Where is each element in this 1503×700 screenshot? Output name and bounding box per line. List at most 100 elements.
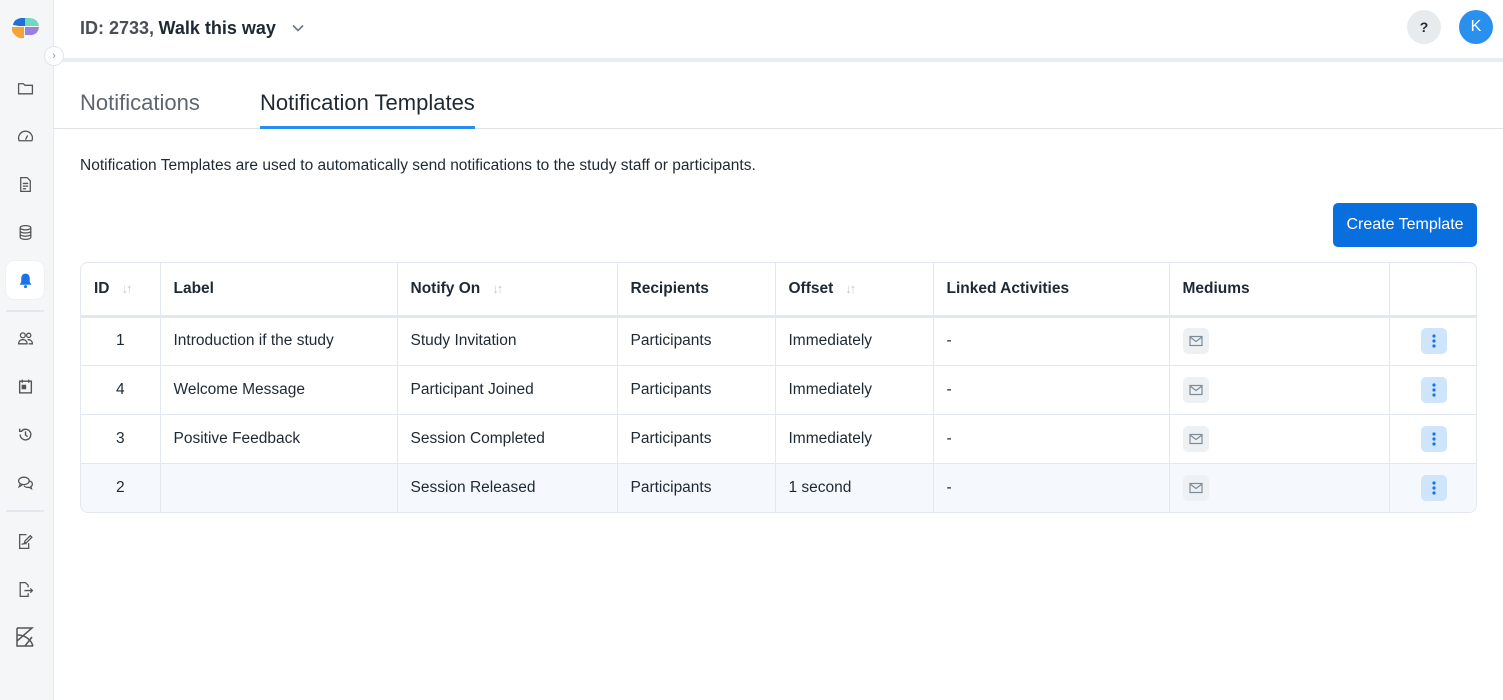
cell-mediums bbox=[1169, 315, 1390, 365]
cell-label: Positive Feedback bbox=[160, 413, 398, 463]
templates-table: ID ↓↑ Label Notify On ↓↑ Recipients Offset… bbox=[80, 262, 1477, 513]
sidebar-item-calendar[interactable] bbox=[6, 367, 44, 405]
top-bar-divider bbox=[54, 58, 1503, 62]
table-header-row: ID ↓↑ Label Notify On ↓↑ Recipients Offset… bbox=[81, 263, 1476, 318]
brand-mark-icon bbox=[16, 627, 35, 647]
brain-puzzle-logo-icon[interactable] bbox=[10, 16, 40, 40]
chevron-down-icon bbox=[292, 21, 304, 35]
column-header-mediums: Mediums bbox=[1169, 263, 1390, 318]
cell-id: 2 bbox=[81, 462, 161, 512]
sidebar-item-notifications[interactable] bbox=[6, 261, 44, 299]
email-medium-badge bbox=[1182, 376, 1209, 403]
more-vertical-icon bbox=[1432, 431, 1436, 446]
bell-icon bbox=[19, 273, 31, 288]
sidebar-item-consent[interactable] bbox=[6, 522, 44, 560]
sort-icon[interactable]: ↓↑ bbox=[492, 281, 503, 296]
study-id: ID: 2733, bbox=[80, 17, 155, 38]
cell-notify-on: Participant Joined bbox=[397, 364, 618, 414]
envelope-icon bbox=[1188, 335, 1203, 347]
column-header-notify-on[interactable]: Notify On ↓↑ bbox=[397, 263, 618, 318]
tab-notifications[interactable]: Notifications bbox=[80, 90, 200, 129]
cell-actions bbox=[1389, 413, 1476, 463]
cell-linked-activities: - bbox=[933, 462, 1170, 512]
cell-recipients: Participants bbox=[617, 413, 776, 463]
more-vertical-icon bbox=[1432, 481, 1436, 495]
sidebar-item-document[interactable] bbox=[6, 165, 44, 203]
page-description: Notification Templates are used to autom… bbox=[80, 157, 756, 174]
sidebar-divider bbox=[6, 310, 44, 312]
users-icon bbox=[17, 331, 33, 344]
cell-actions bbox=[1389, 315, 1476, 365]
cell-label bbox=[160, 462, 398, 512]
chevron-right-icon: › bbox=[52, 50, 56, 62]
cell-mediums bbox=[1169, 462, 1390, 512]
table-row[interactable]: 1 Introduction if the study Study Invita… bbox=[81, 315, 1476, 365]
sidebar-item-messages[interactable] bbox=[6, 463, 44, 501]
user-avatar[interactable]: K bbox=[1459, 10, 1493, 44]
study-selector-dropdown[interactable]: ID: 2733, Walk this way bbox=[80, 14, 304, 42]
row-actions-button[interactable] bbox=[1420, 376, 1447, 403]
sidebar-item-history[interactable] bbox=[6, 415, 44, 453]
envelope-icon bbox=[1188, 433, 1203, 444]
sidebar-item-export[interactable] bbox=[6, 570, 44, 608]
file-export-icon bbox=[19, 581, 33, 597]
sidebar-expand-button[interactable]: › bbox=[44, 46, 64, 66]
tab-bar: Notifications Notification Templates bbox=[54, 82, 1503, 129]
cell-recipients: Participants bbox=[617, 364, 776, 414]
study-name: Walk this way bbox=[158, 17, 276, 38]
sidebar-item-participants[interactable] bbox=[6, 319, 44, 357]
signed-document-icon bbox=[18, 533, 33, 549]
history-icon bbox=[18, 428, 31, 441]
column-header-offset[interactable]: Offset ↓↑ bbox=[775, 263, 934, 318]
cell-linked-activities: - bbox=[933, 413, 1170, 463]
envelope-icon bbox=[1188, 384, 1203, 395]
calendar-icon bbox=[18, 379, 32, 394]
cell-linked-activities: - bbox=[933, 315, 1170, 365]
cell-recipients: Participants bbox=[617, 462, 776, 512]
help-button[interactable]: ? bbox=[1407, 10, 1441, 44]
cell-notify-on: Session Completed bbox=[397, 413, 618, 463]
table-row[interactable]: 2 Session Released Participants 1 second… bbox=[81, 462, 1476, 512]
cell-actions bbox=[1389, 462, 1476, 512]
envelope-icon bbox=[1188, 482, 1203, 493]
more-vertical-icon bbox=[1432, 334, 1436, 348]
sidebar bbox=[0, 0, 54, 700]
cell-actions bbox=[1389, 364, 1476, 414]
cell-recipients: Participants bbox=[617, 315, 776, 365]
cell-offset: Immediately bbox=[775, 315, 934, 365]
cell-offset: 1 second bbox=[775, 462, 934, 512]
gauge-icon bbox=[17, 130, 33, 141]
email-medium-badge bbox=[1182, 425, 1209, 452]
cell-id: 1 bbox=[81, 315, 161, 365]
column-header-actions bbox=[1389, 263, 1476, 318]
cell-id: 3 bbox=[81, 413, 161, 463]
cell-notify-on: Study Invitation bbox=[397, 315, 618, 365]
cell-linked-activities: - bbox=[933, 364, 1170, 414]
more-vertical-icon bbox=[1432, 382, 1436, 397]
create-template-button[interactable]: Create Template bbox=[1333, 203, 1477, 247]
sidebar-item-database[interactable] bbox=[6, 213, 44, 251]
cell-label: Welcome Message bbox=[160, 364, 398, 414]
sidebar-divider bbox=[6, 510, 44, 512]
row-actions-button[interactable] bbox=[1420, 425, 1447, 452]
sidebar-item-dashboard[interactable] bbox=[6, 117, 44, 155]
column-header-id[interactable]: ID ↓↑ bbox=[81, 263, 161, 318]
top-bar: ID: 2733, Walk this way ? K bbox=[54, 0, 1503, 58]
column-header-recipients: Recipients bbox=[617, 263, 776, 318]
row-actions-button[interactable] bbox=[1420, 474, 1447, 501]
sort-icon[interactable]: ↓↑ bbox=[122, 281, 133, 296]
sort-icon[interactable]: ↓↑ bbox=[845, 281, 856, 296]
table-row[interactable]: 3 Positive Feedback Session Completed Pa… bbox=[81, 413, 1476, 463]
row-actions-button[interactable] bbox=[1420, 328, 1447, 354]
column-header-label: Label bbox=[160, 263, 398, 318]
table-row[interactable]: 4 Welcome Message Participant Joined Par… bbox=[81, 364, 1476, 414]
cell-offset: Immediately bbox=[775, 413, 934, 463]
cell-mediums bbox=[1169, 364, 1390, 414]
folder-icon bbox=[17, 82, 33, 94]
tab-notification-templates[interactable]: Notification Templates bbox=[260, 90, 475, 129]
document-icon bbox=[19, 176, 31, 192]
cell-label: Introduction if the study bbox=[160, 315, 398, 365]
sidebar-item-brand[interactable] bbox=[6, 618, 44, 656]
cell-notify-on: Session Released bbox=[397, 462, 618, 512]
sidebar-item-folder[interactable] bbox=[6, 69, 44, 107]
